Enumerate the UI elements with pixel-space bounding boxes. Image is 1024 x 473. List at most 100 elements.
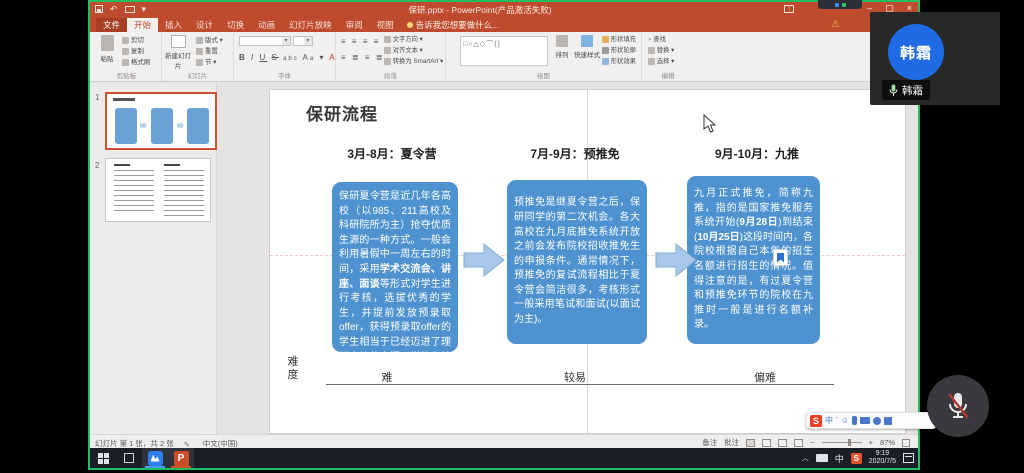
shapes-gallery[interactable]: □○△◇⌒() bbox=[460, 36, 548, 66]
share-toolbar-fragment[interactable] bbox=[818, 0, 862, 9]
notes-button[interactable]: 备注 bbox=[702, 437, 717, 448]
paste-button[interactable]: 粘贴 bbox=[96, 35, 118, 63]
zoom-in-button[interactable]: + bbox=[869, 438, 873, 447]
view-sorter-icon[interactable] bbox=[762, 439, 771, 447]
zoom-slider[interactable] bbox=[822, 442, 862, 443]
tab-animations[interactable]: 动画 bbox=[251, 18, 282, 32]
select-icon bbox=[648, 58, 655, 65]
replace-button[interactable]: 替换 bbox=[657, 47, 670, 54]
voice-input-icon[interactable] bbox=[852, 416, 857, 425]
tab-insert[interactable]: 插入 bbox=[158, 18, 189, 32]
touch-keyboard-icon[interactable] bbox=[816, 454, 828, 462]
chinese-mode-icon[interactable]: 中 bbox=[825, 415, 833, 427]
start-button[interactable] bbox=[90, 448, 116, 468]
arrow-right-icon[interactable] bbox=[462, 240, 506, 280]
find-button[interactable]: 查找 bbox=[653, 36, 666, 43]
participant-video-tile[interactable]: 韩霜 韩霜 bbox=[870, 12, 1000, 105]
copy-button[interactable]: 复制 bbox=[131, 48, 144, 55]
activation-warning-icon: ⚠ bbox=[831, 19, 840, 30]
align-buttons[interactable]: ≡ ≣ ≡ ≣ bbox=[341, 52, 384, 63]
tab-file[interactable]: 文件 bbox=[96, 18, 127, 32]
group-clipboard: 粘贴 剪切 复制 格式刷 剪贴板 bbox=[92, 32, 162, 81]
shape-outline-button[interactable]: 形状轮廓 bbox=[611, 47, 636, 54]
skin-icon[interactable] bbox=[873, 417, 881, 425]
view-slideshow-icon[interactable] bbox=[794, 439, 803, 447]
emoji-icon[interactable]: ☺ bbox=[841, 415, 849, 427]
comments-button[interactable]: 批注 bbox=[724, 437, 739, 448]
toolbox-icon[interactable] bbox=[884, 417, 892, 425]
section-button[interactable]: 节 bbox=[205, 59, 212, 66]
list-buttons[interactable]: ≡ ≡ ≡ ≡ bbox=[341, 36, 380, 47]
sogou-logo-icon[interactable]: S bbox=[810, 415, 822, 427]
tab-review[interactable]: 审阅 bbox=[339, 18, 370, 32]
text-direction-button[interactable]: 文字方向 bbox=[393, 36, 418, 43]
tab-design[interactable]: 设计 bbox=[189, 18, 220, 32]
bookmark-icon[interactable] bbox=[773, 249, 788, 266]
text-box-pre-exemption[interactable]: 预推免是继夏令营之后，保研同学的第二次机会。各大高校在九月底推免系统开放之前会发… bbox=[507, 180, 647, 344]
difficulty-axis-label[interactable]: 难度 bbox=[286, 356, 300, 381]
slide-title[interactable]: 保研流程 bbox=[306, 100, 378, 125]
view-reading-icon[interactable] bbox=[778, 439, 787, 447]
tab-transitions[interactable]: 切换 bbox=[220, 18, 251, 32]
spellcheck-icon[interactable]: ✎ bbox=[184, 440, 193, 448]
shape-outline-icon bbox=[602, 47, 609, 54]
font-size-select[interactable]: ▾ bbox=[293, 36, 313, 46]
format-painter-button[interactable]: 格式刷 bbox=[131, 59, 151, 66]
ribbon-tabs: 文件 开始 插入 设计 切换 动画 幻灯片放映 审阅 视图 告诉我您想要做什么.… bbox=[90, 18, 918, 32]
zoom-level[interactable]: 87% bbox=[880, 438, 895, 447]
mute-microphone-button[interactable] bbox=[927, 375, 989, 437]
text-box-summer-camp[interactable]: 保研夏令营是近几年各高校（以985、211高校及科研院所为主）抢夺优质生源的一种… bbox=[332, 182, 458, 352]
slide-canvas[interactable]: 保研流程 3月-8月：夏令营 7月-9月：预推免 9月-10月：九推 保研夏令营… bbox=[270, 90, 905, 433]
slide-1-thumbnail[interactable] bbox=[105, 92, 217, 150]
slideshow-icon[interactable] bbox=[125, 6, 135, 13]
new-slide-icon bbox=[171, 35, 186, 48]
fit-to-window-icon[interactable] bbox=[902, 439, 910, 447]
layout-button[interactable]: 版式 bbox=[205, 37, 218, 44]
action-center-icon[interactable] bbox=[903, 453, 914, 463]
taskbar-powerpoint[interactable]: P bbox=[168, 448, 194, 468]
tab-home[interactable]: 开始 bbox=[127, 18, 158, 32]
clock[interactable]: 9:19 2020/7/5 bbox=[869, 450, 896, 466]
view-normal-icon[interactable] bbox=[746, 439, 755, 447]
replace-icon bbox=[648, 47, 655, 54]
input-language-indicator[interactable]: 中 bbox=[835, 452, 844, 465]
smartart-button[interactable]: 转换为 SmartArt bbox=[393, 58, 438, 65]
qat-customize-icon[interactable]: ▾ bbox=[142, 4, 147, 14]
screen-share-region: ↶ ▾ 保研.pptx - PowerPoint(产品激活失败) ↑ – ▢ ×… bbox=[88, 0, 920, 470]
undo-icon[interactable]: ↶ bbox=[110, 4, 118, 14]
column-header-september[interactable]: 9月-10月：九推 bbox=[682, 145, 832, 162]
shape-effects-button[interactable]: 形状效果 bbox=[611, 58, 636, 65]
sogou-input-toolbar[interactable]: S 中 ’ ☺ bbox=[806, 412, 936, 429]
slide-2-thumbnail[interactable] bbox=[105, 158, 211, 222]
new-slide-button[interactable]: 新建幻灯片 bbox=[164, 35, 192, 70]
arrow-right-icon[interactable] bbox=[654, 240, 698, 280]
tab-slideshow[interactable]: 幻灯片放映 bbox=[282, 18, 339, 32]
font-format-buttons[interactable]: B I U S abc Aa ▾ A bbox=[239, 52, 337, 65]
font-name-select[interactable]: ▾ bbox=[239, 36, 291, 46]
text-box-september[interactable]: 九月正式推免，简称九推，指的是国家推免服务系统开始(9月28日)到结束(10月2… bbox=[687, 176, 820, 344]
tray-expand-icon[interactable]: ︿ bbox=[802, 453, 809, 463]
column-header-pre-exemption[interactable]: 7月-9月：预推免 bbox=[500, 145, 650, 162]
arrange-button[interactable]: 排列 bbox=[552, 35, 572, 59]
punctuation-icon[interactable]: ’ bbox=[836, 415, 838, 427]
task-view-button[interactable] bbox=[116, 448, 142, 468]
meeting-app-icon bbox=[148, 451, 163, 466]
align-text-button[interactable]: 对齐文本 bbox=[393, 47, 418, 54]
reset-button[interactable]: 重置 bbox=[205, 48, 218, 55]
quick-styles-button[interactable]: 快速样式 bbox=[574, 35, 600, 59]
taskbar-meeting-app[interactable] bbox=[142, 448, 168, 468]
sogou-tray-icon[interactable]: S bbox=[851, 453, 862, 464]
workspace: 1 2 bbox=[90, 83, 918, 434]
participant-avatar: 韩霜 bbox=[888, 24, 944, 80]
tab-view[interactable]: 视图 bbox=[370, 18, 401, 32]
zoom-out-button[interactable]: − bbox=[810, 438, 814, 447]
tell-me-box[interactable]: 告诉我您想要做什么... bbox=[401, 18, 506, 32]
column-header-summer-camp[interactable]: 3月-8月：夏令营 bbox=[317, 145, 467, 162]
soft-keyboard-icon[interactable] bbox=[860, 417, 870, 424]
toolbar-dot-icon bbox=[842, 3, 846, 7]
cut-button[interactable]: 剪切 bbox=[131, 37, 144, 44]
shape-fill-button[interactable]: 形状填充 bbox=[611, 36, 636, 43]
presenter-share-icon[interactable]: ↑ bbox=[784, 5, 794, 13]
select-button[interactable]: 选择 bbox=[657, 58, 670, 65]
save-icon[interactable] bbox=[95, 5, 103, 13]
